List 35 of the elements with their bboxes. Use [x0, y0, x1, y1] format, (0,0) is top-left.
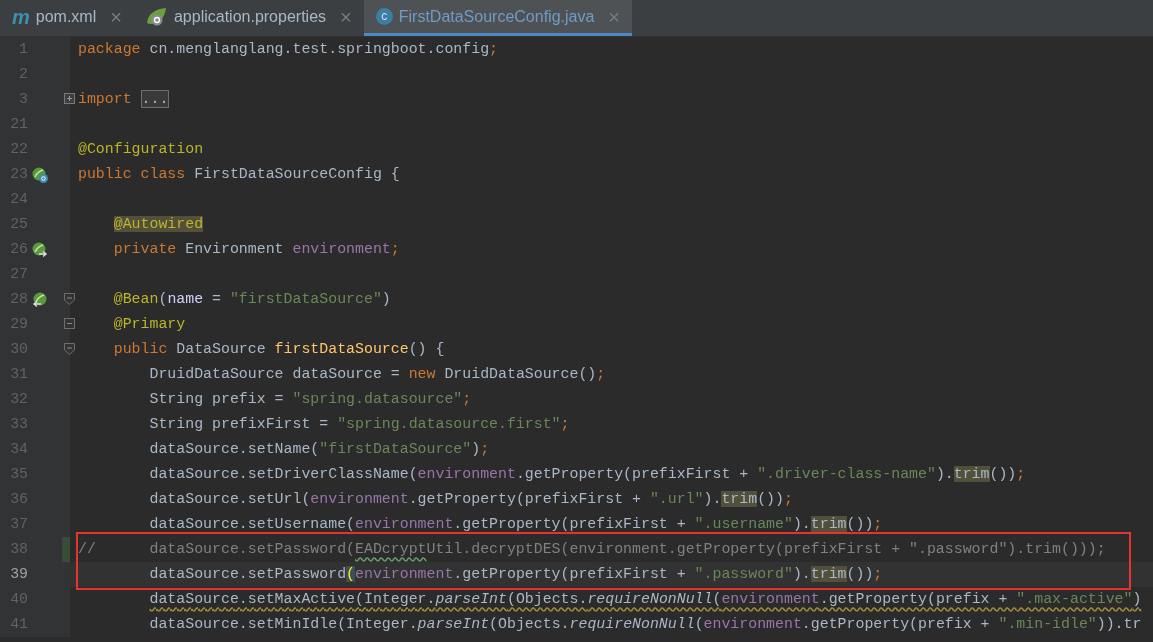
maven-icon: m [12, 6, 30, 27]
code-line: package cn.menglanglang.test.springboot.config; [78, 40, 498, 60]
code-line: public DataSource firstDataSource() { [112, 340, 445, 360]
code-line: String prefixFirst = "spring.datasource.first"; [148, 415, 570, 435]
line-number: 39 [9, 565, 28, 585]
code-line: public class FirstDataSourceConfig { [78, 165, 400, 185]
code-line: @Configuration [78, 140, 204, 160]
fold-icon[interactable] [64, 343, 75, 355]
code-line: dataSource.setPassword(environment.getProperty(prefixFirst + ".password").trim()); [148, 565, 883, 585]
code-line: // dataSource.setPassword(EADcryptUtil.decryptDES(environment.getProperty(prefixFirst + ".password").trim())); [78, 540, 1106, 560]
change-marker[interactable] [62, 537, 70, 562]
code-line: dataSource.setUsername(environment.getProperty(prefixFirst + ".username").trim()); [148, 515, 883, 535]
close-icon[interactable]: × [110, 1, 122, 32]
class-icon: c [375, 8, 393, 25]
code-line: dataSource.setMaxActive(Integer.parseInt(Objects.requireNonNull(environment.getProperty(prefix + ".max-active") [148, 590, 1142, 610]
code-line: dataSource.setMinIdle(Integer.parseInt(Objects.requireNonNull(environment.getProperty(prefix + ".min-idle")).tr [148, 615, 1142, 635]
editor-tab[interactable]: application.properties × [133, 0, 364, 36]
bean-badge-icon[interactable] [32, 166, 48, 183]
fold-icon[interactable] [64, 293, 75, 305]
close-icon[interactable]: × [608, 1, 621, 32]
leaf-gear-icon [145, 6, 168, 27]
editor-tab[interactable]: c FirstDataSourceConfig.java × [363, 0, 633, 36]
code-line: dataSource.setDriverClassName(environment.getProperty(prefixFirst + ".driver-class-name").trim()); [148, 465, 1026, 485]
fold-icon[interactable] [64, 318, 75, 330]
code-line: @Primary [112, 315, 186, 335]
editor-tab[interactable]: m pom.xml × [0, 0, 134, 36]
expand-icon[interactable] [64, 93, 75, 105]
code-line: private Environment environment; [112, 240, 400, 260]
code-line: import ... [78, 89, 170, 111]
code-line: String prefix = "spring.datasource"; [148, 390, 472, 410]
code-line: @Bean(name = "firstDataSource") [112, 290, 391, 310]
close-icon[interactable]: × [340, 1, 352, 32]
code-line: dataSource.setUrl(environment.getProperty(prefixFirst + ".url").trim()); [148, 490, 793, 510]
code-line: DruidDataSource dataSource = new DruidDataSource(); [148, 365, 606, 385]
code-line: dataSource.setName("firstDataSource"); [148, 440, 490, 460]
